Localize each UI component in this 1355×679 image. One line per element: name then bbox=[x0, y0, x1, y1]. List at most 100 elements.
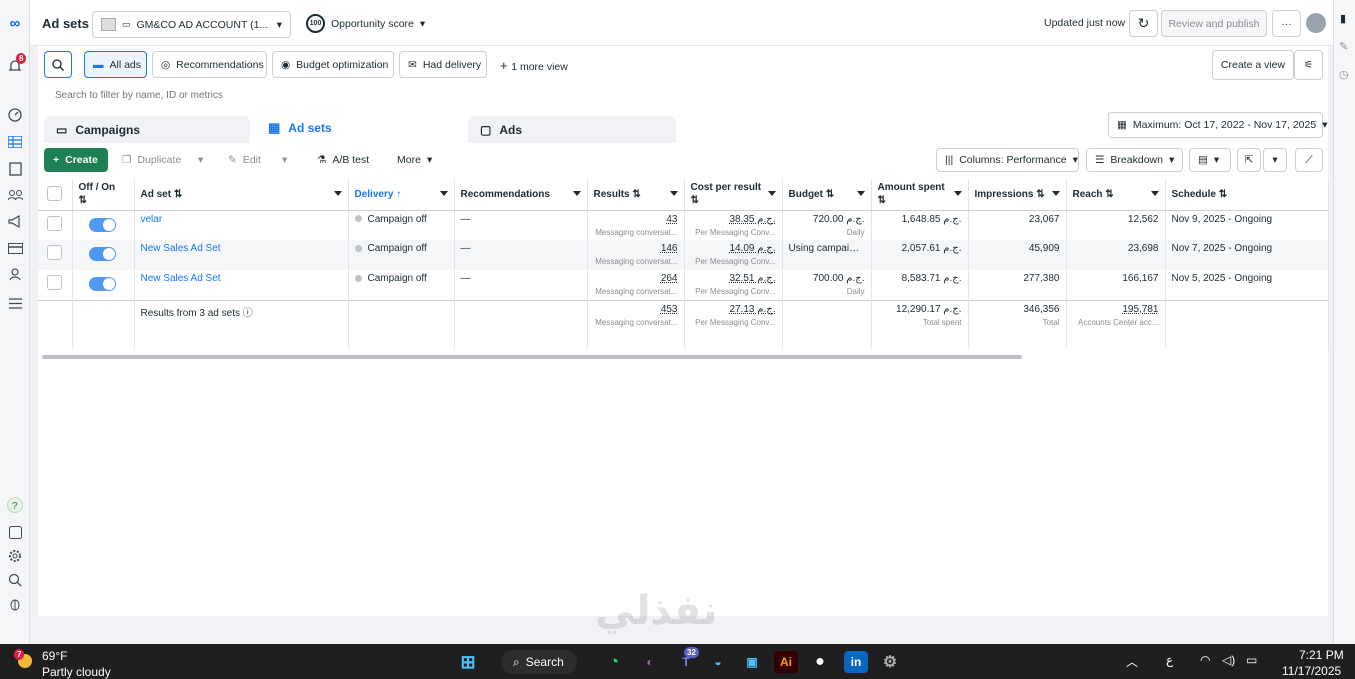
battery-icon[interactable]: ▭ bbox=[1246, 653, 1257, 667]
edit-button[interactable]: ✎ Edit bbox=[220, 148, 270, 172]
view-settings-button[interactable]: ⚟ bbox=[1294, 50, 1323, 80]
row-checkbox[interactable] bbox=[47, 275, 62, 290]
on-off-toggle[interactable] bbox=[88, 277, 116, 291]
results-value[interactable]: 146 bbox=[661, 243, 678, 254]
horizontal-scrollbar[interactable] bbox=[42, 355, 1022, 359]
info-icon[interactable]: ⓘ bbox=[243, 308, 253, 319]
wifi-icon[interactable]: ◠ bbox=[1200, 653, 1210, 667]
duplicate-button[interactable]: ❐ Duplicate bbox=[114, 148, 186, 172]
row-checkbox[interactable] bbox=[47, 215, 62, 231]
total-results[interactable]: 453 bbox=[661, 304, 678, 315]
bar-chart-icon[interactable]: ▮ bbox=[1340, 12, 1346, 25]
adset-name-link[interactable]: New Sales Ad Set bbox=[141, 243, 221, 254]
table-row[interactable]: New Sales Ad Set Campaign off — 264 Messa… bbox=[38, 270, 1329, 300]
select-all-checkbox[interactable] bbox=[47, 186, 62, 202]
all-tools-menu-icon[interactable] bbox=[6, 294, 24, 312]
view-all-ads[interactable]: ▬ All ads bbox=[84, 51, 147, 78]
more-button[interactable]: More ▾ bbox=[389, 148, 439, 172]
history-icon[interactable]: ◷ bbox=[1339, 68, 1349, 81]
ad-account-selector[interactable]: ▭ GM&CO AD ACCOUNT (1... ▾ bbox=[92, 11, 291, 38]
create-button[interactable]: + Create bbox=[44, 148, 108, 172]
create-view-button[interactable]: Create a view bbox=[1212, 50, 1294, 80]
volume-icon[interactable]: ◁) bbox=[1222, 653, 1235, 667]
pages-icon[interactable] bbox=[6, 160, 24, 178]
input-language[interactable]: ع bbox=[1166, 653, 1173, 667]
business-users-icon[interactable] bbox=[6, 265, 24, 283]
tab-campaigns[interactable]: ▭ Campaigns bbox=[44, 116, 250, 143]
row-toggle-cell[interactable] bbox=[72, 210, 135, 240]
col-recommendations[interactable]: Recommendations bbox=[454, 179, 588, 211]
row-checkbox[interactable] bbox=[47, 245, 62, 260]
settings-gear-icon[interactable] bbox=[6, 547, 24, 565]
total-cpr[interactable]: 27.13 ج.م. bbox=[729, 304, 775, 315]
teams-icon[interactable]: T 32 bbox=[674, 647, 699, 673]
date-range-picker[interactable]: ▦ Maximum: Oct 17, 2022 - Nov 17, 2025 ▾ bbox=[1108, 112, 1327, 138]
reports-button[interactable]: ▤ ▾ bbox=[1189, 148, 1231, 172]
col-adset[interactable]: Ad set ⇅ bbox=[134, 179, 349, 211]
select-all-header[interactable] bbox=[38, 179, 73, 211]
pencil-icon[interactable]: ✎ bbox=[1339, 40, 1348, 53]
adset-name-link[interactable]: New Sales Ad Set bbox=[141, 273, 221, 284]
on-off-toggle[interactable] bbox=[88, 217, 116, 232]
cpr-value[interactable]: 14.09 ج.م. bbox=[729, 243, 775, 254]
clock-date[interactable]: 11/17/2025 bbox=[1282, 664, 1341, 678]
dashboard-icon[interactable] bbox=[6, 106, 24, 124]
breakdown-button[interactable]: ☰ Breakdown ▾ bbox=[1086, 148, 1183, 172]
linkedin-icon[interactable]: in bbox=[844, 651, 868, 673]
export-button[interactable]: ⇱ bbox=[1237, 148, 1261, 172]
review-publish-button[interactable]: Review and publish bbox=[1161, 10, 1267, 37]
on-off-toggle[interactable] bbox=[88, 247, 116, 261]
view-had-delivery[interactable]: ✉ Had delivery bbox=[399, 51, 487, 78]
avatar[interactable] bbox=[1306, 13, 1326, 33]
search-toggle-button[interactable] bbox=[44, 51, 72, 78]
megaphone-icon[interactable] bbox=[6, 212, 24, 230]
results-value[interactable]: 264 bbox=[661, 273, 678, 284]
row-select-cell[interactable] bbox=[38, 210, 73, 240]
store-icon[interactable]: ▣ bbox=[740, 651, 764, 673]
col-onoff[interactable]: Off / On ⇅ bbox=[72, 179, 135, 211]
results-value[interactable]: 43 bbox=[666, 214, 677, 225]
row-select-cell[interactable] bbox=[38, 270, 73, 300]
more-options-button[interactable]: ··· bbox=[1272, 10, 1301, 37]
illustrator-icon[interactable]: Ai bbox=[774, 651, 798, 673]
view-budget-optimization[interactable]: ◉ Budget optimization bbox=[272, 51, 394, 78]
ads-manager-table-icon[interactable] bbox=[6, 133, 24, 151]
github-icon[interactable]: ● bbox=[808, 651, 832, 673]
debug-bug-icon[interactable] bbox=[6, 595, 24, 613]
search-icon[interactable] bbox=[6, 571, 24, 589]
chevron-up-icon[interactable]: ︿ bbox=[1126, 653, 1138, 670]
col-reach[interactable]: Reach ⇅ bbox=[1066, 179, 1166, 211]
col-amount-spent[interactable]: Amount spent ⇅ bbox=[871, 179, 969, 211]
col-results[interactable]: Results ⇅ bbox=[587, 179, 685, 211]
adset-name-link[interactable]: velar bbox=[141, 214, 163, 225]
help-icon[interactable]: ? bbox=[6, 496, 24, 514]
filter-search-input[interactable] bbox=[44, 84, 1322, 107]
audiences-icon[interactable] bbox=[6, 186, 24, 204]
refresh-button[interactable]: ↻ bbox=[1129, 10, 1158, 37]
taskbar-search[interactable]: ⌕ Search bbox=[501, 650, 577, 674]
weather-icon[interactable]: 7 bbox=[14, 649, 34, 670]
cpr-value[interactable]: 32.51 ج.م. bbox=[729, 273, 775, 284]
row-toggle-cell[interactable] bbox=[72, 270, 135, 300]
whatsapp-icon[interactable]: ◔ bbox=[602, 651, 626, 673]
billing-card-icon[interactable] bbox=[6, 239, 24, 257]
col-impressions[interactable]: Impressions ⇅ bbox=[968, 179, 1067, 211]
table-row[interactable]: New Sales Ad Set Campaign off — 146 Messa… bbox=[38, 240, 1329, 270]
more-views-link[interactable]: + 1 more view bbox=[500, 58, 568, 73]
charts-button[interactable]: ⟋ bbox=[1295, 148, 1323, 172]
meta-logo-icon[interactable]: ∞ bbox=[6, 14, 24, 32]
clock-time[interactable]: 7:21 PM bbox=[1299, 648, 1344, 662]
export-dropdown[interactable]: ▾ bbox=[1263, 148, 1287, 172]
columns-button[interactable]: ||| Columns: Performance ▾ bbox=[936, 148, 1079, 172]
col-delivery[interactable]: Delivery ↑ bbox=[348, 179, 455, 211]
ab-test-button[interactable]: ⚗ A/B test bbox=[309, 148, 381, 172]
row-toggle-cell[interactable] bbox=[72, 240, 135, 270]
windows-start-icon[interactable]: ⊞ bbox=[456, 651, 480, 673]
row-select-cell[interactable] bbox=[38, 240, 73, 270]
tab-ads[interactable]: ▢ Ads bbox=[468, 116, 676, 143]
col-budget[interactable]: Budget ⇅ bbox=[782, 179, 872, 211]
settings-gear-icon[interactable]: ⚙ bbox=[878, 651, 902, 673]
col-cost-per-result[interactable]: Cost per result ⇅ bbox=[684, 179, 783, 211]
bell-icon[interactable]: 8 bbox=[6, 53, 27, 75]
cpr-value[interactable]: 38.35 ج.م. bbox=[729, 214, 775, 225]
